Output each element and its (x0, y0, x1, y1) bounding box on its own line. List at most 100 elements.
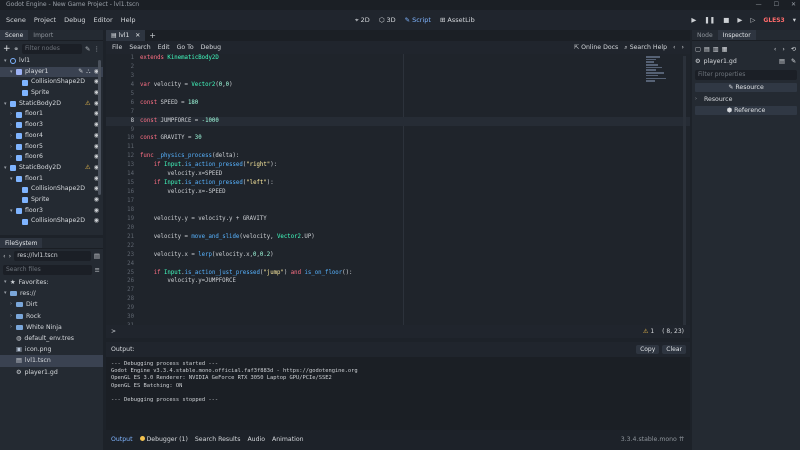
play-scene-icon[interactable]: ▶ (737, 16, 742, 24)
menu-help[interactable]: Help (121, 16, 136, 24)
online-docs-button[interactable]: ⇱ Online Docs (574, 44, 618, 51)
save-resource-icon[interactable]: ▥ (713, 46, 719, 53)
history-back-icon[interactable]: ‹ (774, 46, 776, 53)
filter-properties-input[interactable]: Filter properties (695, 70, 797, 80)
menu-debug[interactable]: Debug (64, 16, 85, 24)
search-help-button[interactable]: ⌕ Search Help (624, 44, 667, 52)
mode-script-button[interactable]: ✎ Script (405, 16, 431, 24)
search-files-input[interactable]: Search files (3, 265, 92, 275)
tree-node[interactable]: ▾ StaticBody2D ⚠ ◉ (0, 99, 103, 110)
file-item[interactable]: ⚙ player1.gd (0, 367, 103, 378)
tree-node[interactable]: CollisionShape2D ◉ (0, 216, 103, 227)
play-custom-icon[interactable]: ▷ (750, 16, 755, 24)
tab-search-results[interactable]: Search Results (195, 436, 241, 443)
code-minimap[interactable] (646, 56, 670, 86)
script-menu-goto[interactable]: Go To (177, 44, 194, 51)
file-item[interactable]: ▾ ★ Favorites: (0, 277, 103, 288)
tab-filesystem[interactable]: FileSystem (0, 238, 43, 248)
file-item[interactable]: › White Ninja (0, 322, 103, 333)
add-tab-icon[interactable]: + (149, 31, 156, 40)
file-item[interactable]: ▣ icon.png (0, 344, 103, 355)
tab-inspector[interactable]: Inspector (717, 30, 756, 40)
toggle-scripts-panel-icon[interactable]: > (111, 328, 116, 335)
tree-node[interactable]: › floor5 ◉ (0, 142, 103, 153)
script-menu-edit[interactable]: Edit (158, 44, 170, 51)
renderer-label[interactable]: GLES3 (763, 17, 784, 24)
history-icon[interactable]: ⟲ (791, 46, 796, 53)
tree-node[interactable]: ▾ lvl1 (0, 56, 103, 67)
menu-project[interactable]: Project (34, 16, 56, 24)
script-menu-file[interactable]: File (112, 44, 122, 51)
next-script-icon[interactable]: › (682, 44, 684, 51)
load-resource-icon[interactable]: ▤ (704, 46, 710, 53)
file-item[interactable]: ◍ default_env.tres (0, 333, 103, 344)
tab-debugger[interactable]: Debugger (1) (139, 435, 188, 443)
section-resource[interactable]: ✎ Resource (695, 83, 797, 92)
tree-node[interactable]: Sprite ◉ (0, 88, 103, 99)
stop-icon[interactable]: ■ (723, 16, 729, 24)
script-tab-lvl1[interactable]: ▤ lvl1 ✕ (106, 30, 146, 41)
forward-icon[interactable]: › (9, 252, 12, 260)
minimize-icon[interactable]: — (756, 0, 762, 10)
script-icon[interactable]: ✎ (78, 67, 83, 78)
clear-button[interactable]: Clear (662, 345, 686, 354)
mode-2d-button[interactable]: ⌖ 2D (355, 16, 370, 25)
eye-icon[interactable]: ◉ (94, 206, 99, 217)
tree-node[interactable]: ▾ floor3 ◉ (0, 206, 103, 217)
tab-import[interactable]: Import (28, 30, 58, 40)
menu-scene[interactable]: Scene (6, 16, 26, 24)
scene-tree-scrollbar[interactable] (98, 60, 101, 195)
add-node-icon[interactable]: + (3, 44, 11, 54)
path-field[interactable]: res://lvl1.tscn (14, 251, 91, 261)
script-attach-icon[interactable]: ✎ (85, 45, 90, 53)
tree-node[interactable]: CollisionShape2D ◉ (0, 77, 103, 88)
history-forward-icon[interactable]: › (782, 46, 784, 53)
eye-icon[interactable]: ◉ (94, 195, 99, 206)
tree-node[interactable]: CollisionShape2D ◉ (0, 184, 103, 195)
tree-node[interactable]: › floor3 ◉ (0, 120, 103, 131)
menu-chevron-icon[interactable]: ▾ (793, 16, 796, 24)
inspected-resource[interactable]: player1.gd (704, 58, 737, 65)
tree-node[interactable]: Sprite ◉ (0, 195, 103, 206)
menu-editor[interactable]: Editor (93, 16, 112, 24)
warning-icon[interactable]: ⚠ (85, 99, 91, 110)
tree-node[interactable]: ▾ StaticBody2D ⚠ ◉ (0, 163, 103, 174)
sort-icon[interactable]: ≡ (95, 266, 100, 274)
link-icon[interactable]: ⚭ (14, 45, 19, 53)
tab-output[interactable]: Output (111, 436, 133, 443)
code-editor[interactable]: 1 extends KinematicBody2D 2 3 4 var veloci… (106, 54, 690, 325)
maximize-icon[interactable]: ☐ (774, 0, 779, 10)
filter-nodes-input[interactable]: Filter nodes (22, 43, 83, 54)
play-icon[interactable]: ▶ (691, 16, 696, 24)
editor-scrollbar[interactable] (683, 56, 686, 325)
section-resource-collapsed[interactable]: › Resource (692, 93, 800, 105)
copy-button[interactable]: Copy (636, 345, 660, 354)
script-menu-search[interactable]: Search (129, 44, 150, 51)
close-tab-icon[interactable]: ✕ (135, 32, 140, 39)
close-icon[interactable]: ✕ (791, 0, 796, 10)
object-icon[interactable]: ▦ (722, 46, 728, 53)
section-reference[interactable]: ⬢ Reference (695, 106, 797, 115)
warning-count[interactable]: ⚠ 1 (643, 328, 654, 335)
new-resource-icon[interactable]: ▢ (695, 46, 701, 53)
tree-node[interactable]: › floor6 ◉ (0, 152, 103, 163)
file-item[interactable]: › Dirt (0, 299, 103, 310)
pause-icon[interactable]: ❚❚ (704, 16, 715, 24)
file-item[interactable]: ▤ lvl1.tscn (0, 355, 103, 367)
tab-animation[interactable]: Animation (272, 436, 304, 443)
file-item[interactable]: ▾ res:// (0, 288, 103, 299)
output-log[interactable]: --- Debugging process started --- Godot … (106, 357, 690, 430)
pin-icon[interactable]: ⇈ (679, 436, 684, 443)
split-view-icon[interactable]: ▤ (94, 252, 100, 260)
eye-icon[interactable]: ◉ (94, 216, 99, 227)
tree-node[interactable]: ▾ floor1 ◉ (0, 174, 103, 185)
more-icon[interactable]: ⋮ (94, 45, 101, 53)
script-menu-debug[interactable]: Debug (201, 44, 221, 51)
tab-node[interactable]: Node (692, 30, 718, 40)
mode-assetlib-button[interactable]: ⊞ AssetLib (440, 16, 475, 24)
prev-script-icon[interactable]: ‹ (673, 44, 675, 51)
back-icon[interactable]: ‹ (3, 252, 6, 260)
file-item[interactable]: › Rock (0, 311, 103, 322)
mode-3d-button[interactable]: ⬡ 3D (379, 16, 396, 24)
tree-node[interactable]: ▾ player1 ✎ ⛬ ◉ (0, 66, 103, 78)
